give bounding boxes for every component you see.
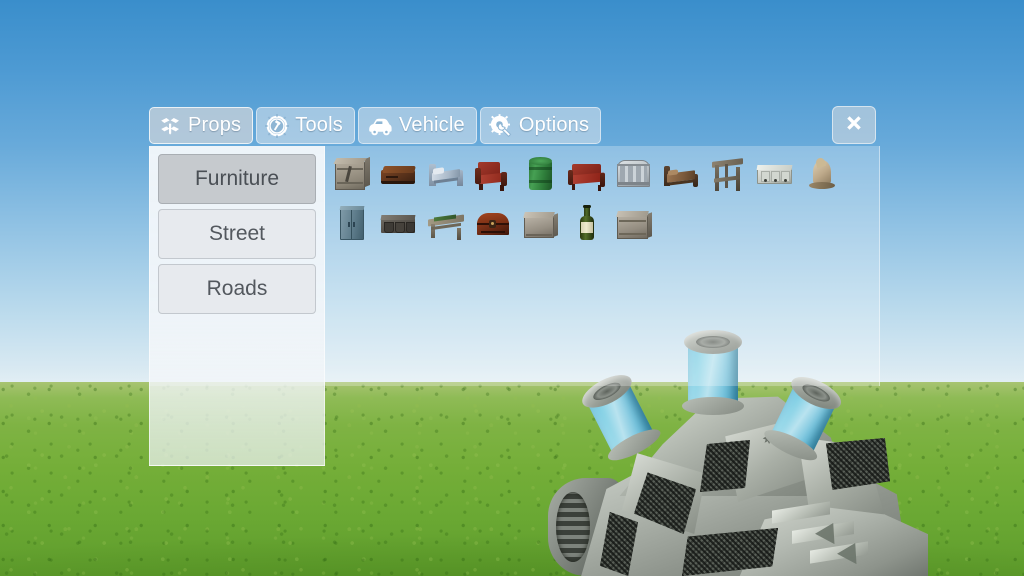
statue-icon <box>801 154 843 196</box>
locker-icon <box>331 204 373 246</box>
suitcase-icon <box>378 154 420 196</box>
prop-item[interactable] <box>563 150 610 200</box>
prop-item[interactable] <box>657 150 704 200</box>
car-icon <box>367 114 393 138</box>
category-label: Street <box>208 222 266 245</box>
prop-item[interactable] <box>469 200 516 250</box>
prop-item-grid <box>328 150 876 250</box>
tab-tools[interactable]: Tools <box>256 107 355 144</box>
tab-label: Tools <box>295 114 343 136</box>
tab-label: Vehicle <box>398 114 465 136</box>
spawner-menu-overlay: Props Tools Vehicle Options Furniture St… <box>0 0 1024 576</box>
tab-props[interactable]: Props <box>149 107 254 144</box>
prop-item[interactable] <box>328 150 375 200</box>
armchair-icon <box>472 154 514 196</box>
sidebar-item-furniture[interactable]: Furniture <box>158 154 316 204</box>
prop-item[interactable] <box>375 150 422 200</box>
category-label: Furniture <box>194 167 280 190</box>
prop-item[interactable] <box>516 150 563 200</box>
prop-item[interactable] <box>375 200 422 250</box>
tab-options[interactable]: Options <box>479 107 602 144</box>
crate-icon <box>331 154 373 196</box>
close-button[interactable] <box>832 106 876 144</box>
gear-wrench-icon <box>489 113 513 138</box>
prop-item[interactable] <box>563 200 610 250</box>
sidebar-item-roads[interactable]: Roads <box>158 264 316 314</box>
tab-vehicle[interactable]: Vehicle <box>357 107 477 144</box>
bed-blue-icon <box>425 154 467 196</box>
sidebar-item-street[interactable]: Street <box>158 209 316 259</box>
prop-item[interactable] <box>798 150 845 200</box>
gray-crate-icon <box>519 204 561 246</box>
main-tab-bar: Props Tools Vehicle Options <box>149 107 602 144</box>
close-icon <box>842 111 866 140</box>
dresser-icon <box>378 204 420 246</box>
prop-item[interactable] <box>610 150 657 200</box>
category-sidebar: Furniture Street Roads <box>149 146 325 466</box>
prop-item[interactable] <box>328 200 375 250</box>
cabinet-white-icon <box>754 154 796 196</box>
side-table-icon <box>707 154 749 196</box>
shelf-icon <box>613 154 655 196</box>
sofa-icon <box>566 154 608 196</box>
barrel-icon <box>519 154 561 196</box>
tab-label: Props <box>188 114 242 136</box>
bed-brown-icon <box>660 154 702 196</box>
bottle-icon <box>566 204 608 246</box>
prop-item[interactable] <box>610 200 657 250</box>
tab-label: Options <box>518 114 590 136</box>
prop-item[interactable] <box>516 200 563 250</box>
prop-item[interactable] <box>751 150 798 200</box>
green-table-icon <box>425 204 467 246</box>
category-label: Roads <box>206 277 268 300</box>
prop-item[interactable] <box>704 150 751 200</box>
prop-item[interactable] <box>422 150 469 200</box>
prop-item[interactable] <box>469 150 516 200</box>
open-box-icon <box>158 114 182 138</box>
chest-icon <box>472 204 514 246</box>
gear-hammer-icon <box>265 113 290 138</box>
large-crate-icon <box>613 204 655 246</box>
prop-item[interactable] <box>422 200 469 250</box>
